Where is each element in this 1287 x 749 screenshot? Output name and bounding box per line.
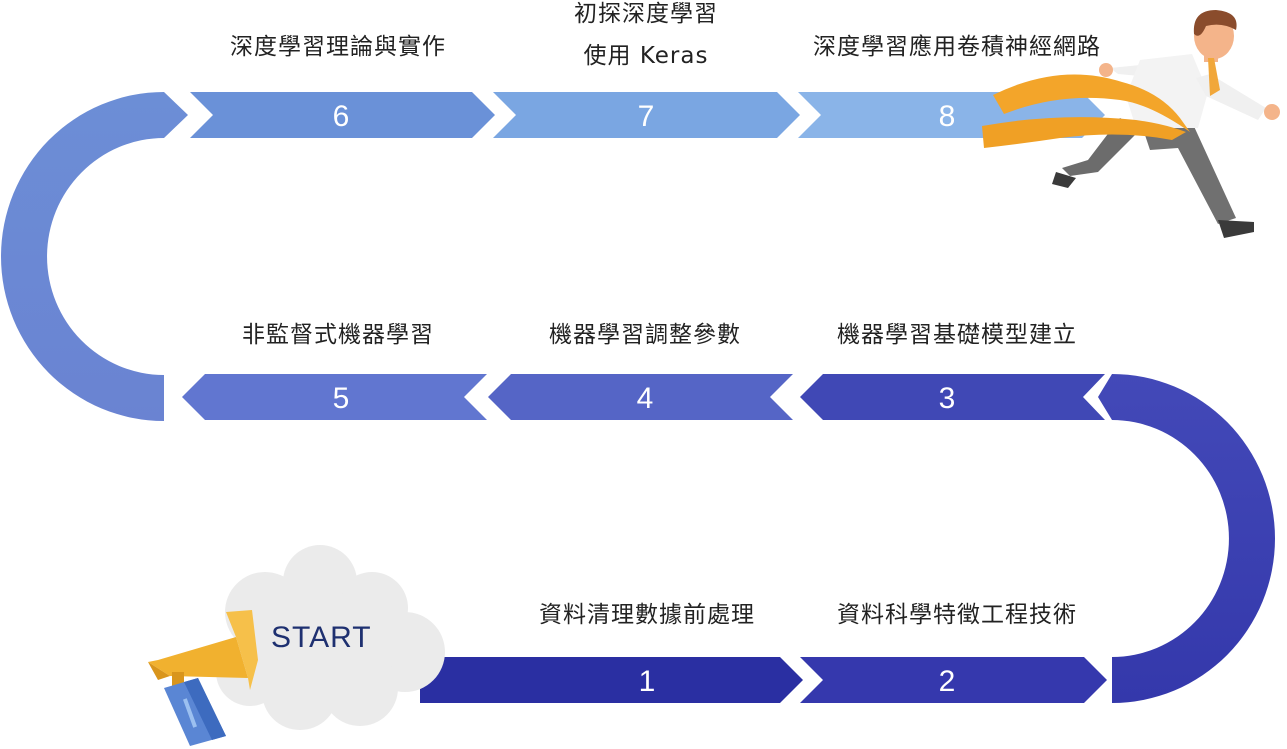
step-8-title: 深度學習應用卷積神經網路 (813, 34, 1101, 60)
step-1-arrow (420, 657, 803, 703)
step-5-title: 非監督式機器學習 (242, 322, 434, 348)
step-2-number: 2 (939, 665, 956, 698)
learning-roadmap: 1 2 3 4 5 6 7 8 資料清理數據前處理 資料科學特徵工程技術 機器學… (0, 0, 1287, 749)
step-6-number: 6 (333, 100, 350, 133)
step-3-title: 機器學習基礎模型建立 (837, 322, 1077, 348)
step-4-number: 4 (637, 382, 654, 415)
step-8-number: 8 (939, 100, 956, 133)
step-5-number: 5 (333, 382, 350, 415)
start-label: START (271, 621, 372, 654)
step-2-title: 資料科學特徵工程技術 (837, 602, 1077, 628)
step-7-number: 7 (638, 100, 655, 133)
step-1-number: 1 (639, 665, 656, 698)
turn-connector-left (1, 92, 189, 422)
turn-connector-right (1098, 374, 1275, 703)
step-3-number: 3 (939, 382, 956, 415)
step-6-title: 深度學習理論與實作 (230, 34, 446, 60)
step-4-title: 機器學習調整參數 (549, 322, 741, 348)
step-1-title: 資料清理數據前處理 (539, 602, 755, 628)
